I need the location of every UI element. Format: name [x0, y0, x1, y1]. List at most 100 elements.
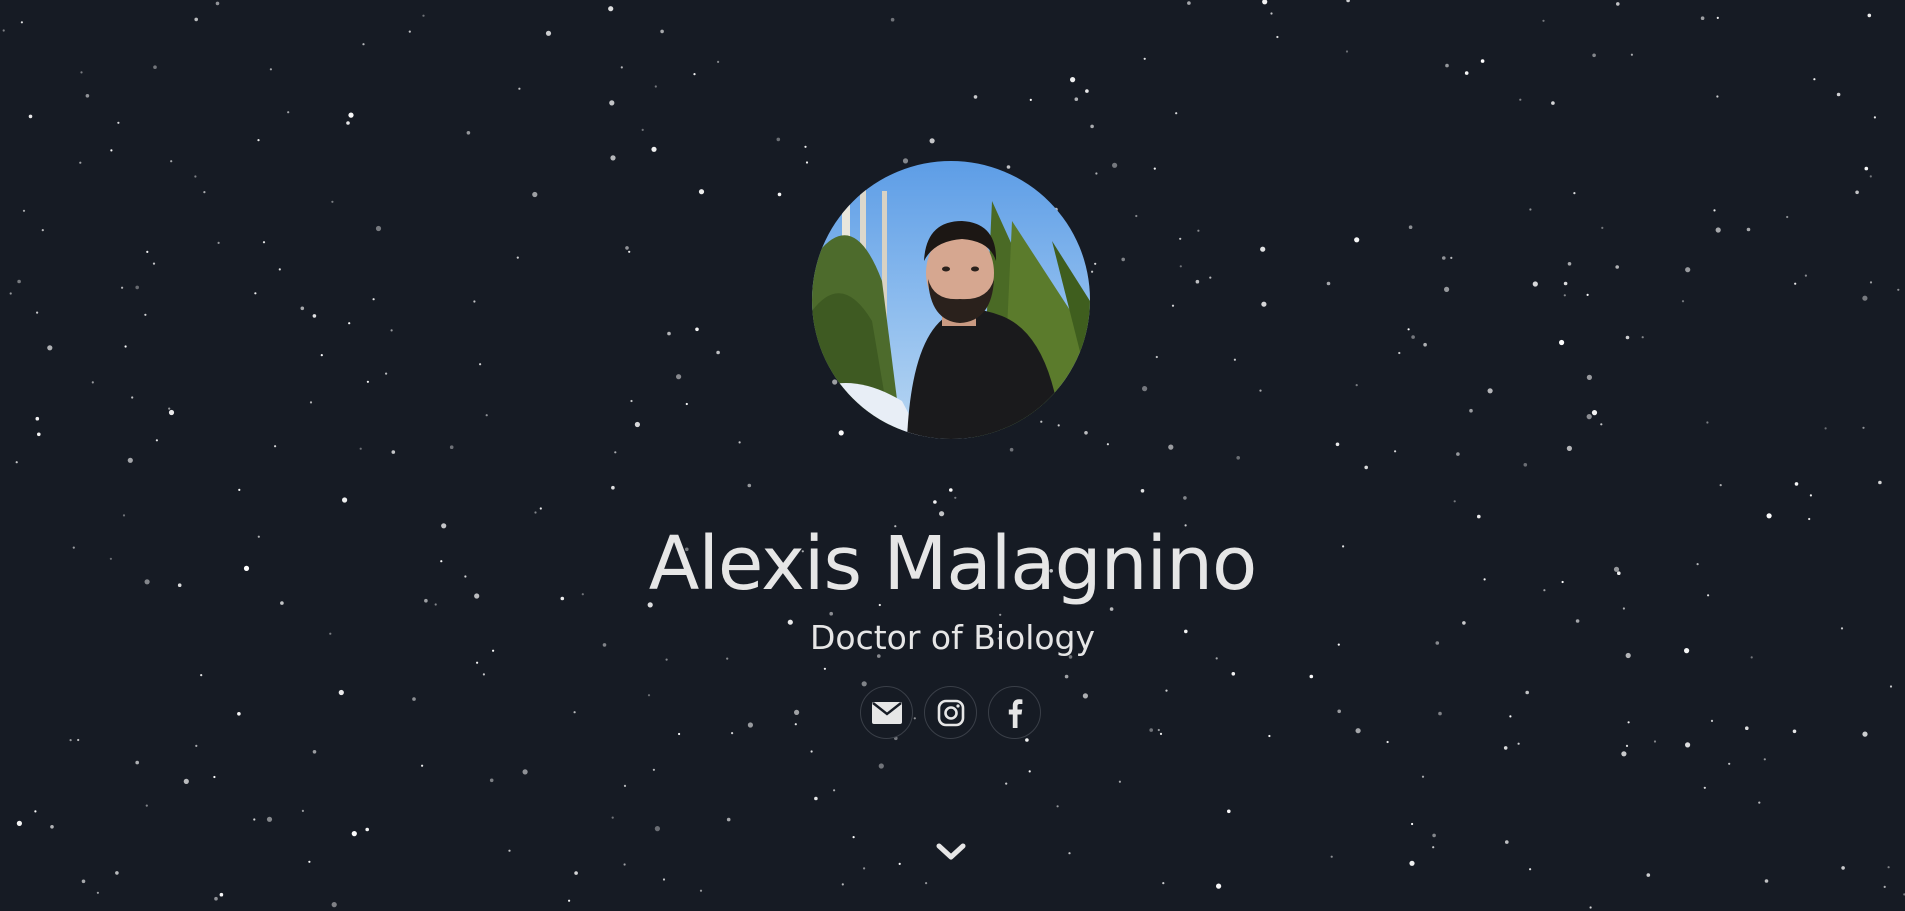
scroll-down-button[interactable]	[935, 838, 967, 866]
star	[814, 796, 818, 801]
star	[145, 804, 148, 807]
star	[408, 30, 411, 33]
star	[1764, 879, 1769, 883]
star	[331, 200, 334, 203]
star	[1270, 12, 1273, 15]
star	[1589, 906, 1592, 909]
star	[1710, 719, 1714, 723]
star	[50, 825, 54, 829]
star	[1719, 484, 1722, 487]
star	[929, 138, 935, 144]
star	[1503, 746, 1508, 750]
star	[1259, 389, 1262, 392]
star	[385, 372, 388, 375]
star	[28, 114, 33, 119]
star	[1354, 237, 1360, 243]
star	[168, 409, 175, 416]
star	[1090, 124, 1094, 129]
star	[516, 256, 519, 259]
star	[628, 250, 631, 253]
star	[1887, 866, 1890, 869]
star	[1897, 288, 1900, 291]
star	[1155, 355, 1158, 359]
star	[1563, 294, 1566, 297]
facebook-button[interactable]	[988, 686, 1041, 739]
star	[308, 860, 311, 863]
star	[1621, 751, 1627, 757]
star	[238, 488, 241, 491]
star	[254, 292, 257, 295]
star	[1165, 689, 1168, 692]
star	[301, 809, 304, 813]
star	[1469, 408, 1473, 413]
star	[1337, 709, 1341, 714]
star	[1262, 0, 1268, 5]
star	[1715, 227, 1721, 233]
star	[81, 879, 86, 884]
star	[9, 292, 12, 295]
instagram-button[interactable]	[924, 686, 977, 739]
star	[1157, 728, 1160, 732]
star	[609, 100, 615, 106]
star	[85, 94, 90, 98]
star	[1442, 256, 1446, 260]
star	[685, 402, 688, 406]
star	[1445, 63, 1449, 68]
star	[214, 896, 218, 901]
star	[1056, 805, 1059, 808]
profile-title: Doctor of Biology	[809, 618, 1096, 657]
star	[1231, 672, 1236, 676]
star	[219, 892, 224, 897]
star	[1586, 414, 1592, 420]
star	[1517, 742, 1520, 745]
star	[614, 451, 617, 454]
star	[716, 350, 720, 355]
star	[485, 414, 488, 417]
star	[1149, 728, 1153, 732]
star	[1542, 19, 1545, 22]
star	[110, 149, 113, 152]
star	[1411, 335, 1415, 339]
star	[1070, 77, 1076, 83]
star	[823, 667, 827, 670]
star	[1394, 450, 1397, 453]
star	[69, 739, 72, 742]
star	[351, 831, 357, 837]
star	[217, 241, 220, 244]
star	[1862, 426, 1865, 429]
star	[269, 68, 272, 71]
star	[841, 883, 844, 886]
star	[1653, 740, 1657, 743]
star	[738, 441, 741, 444]
star	[620, 66, 623, 69]
star	[1745, 726, 1749, 730]
star	[1216, 883, 1222, 889]
star	[973, 95, 978, 99]
star	[362, 43, 365, 46]
star	[805, 161, 809, 164]
star	[1227, 809, 1231, 814]
star	[625, 246, 629, 250]
star	[312, 750, 317, 754]
star	[1040, 420, 1043, 423]
star	[1873, 116, 1876, 119]
star	[1586, 293, 1589, 296]
star	[1625, 335, 1630, 340]
star	[1630, 53, 1633, 56]
star	[651, 146, 657, 152]
star	[1364, 465, 1368, 470]
star	[1168, 444, 1174, 450]
star	[1444, 286, 1450, 292]
star	[287, 111, 290, 114]
email-button[interactable]	[860, 686, 913, 739]
star	[1162, 882, 1165, 885]
star	[1615, 265, 1619, 269]
star	[1209, 276, 1212, 279]
star	[676, 374, 682, 380]
star	[1095, 172, 1098, 175]
star	[652, 768, 656, 771]
star	[1057, 424, 1060, 427]
star	[1586, 374, 1592, 380]
star	[1864, 166, 1869, 171]
star	[146, 250, 149, 253]
